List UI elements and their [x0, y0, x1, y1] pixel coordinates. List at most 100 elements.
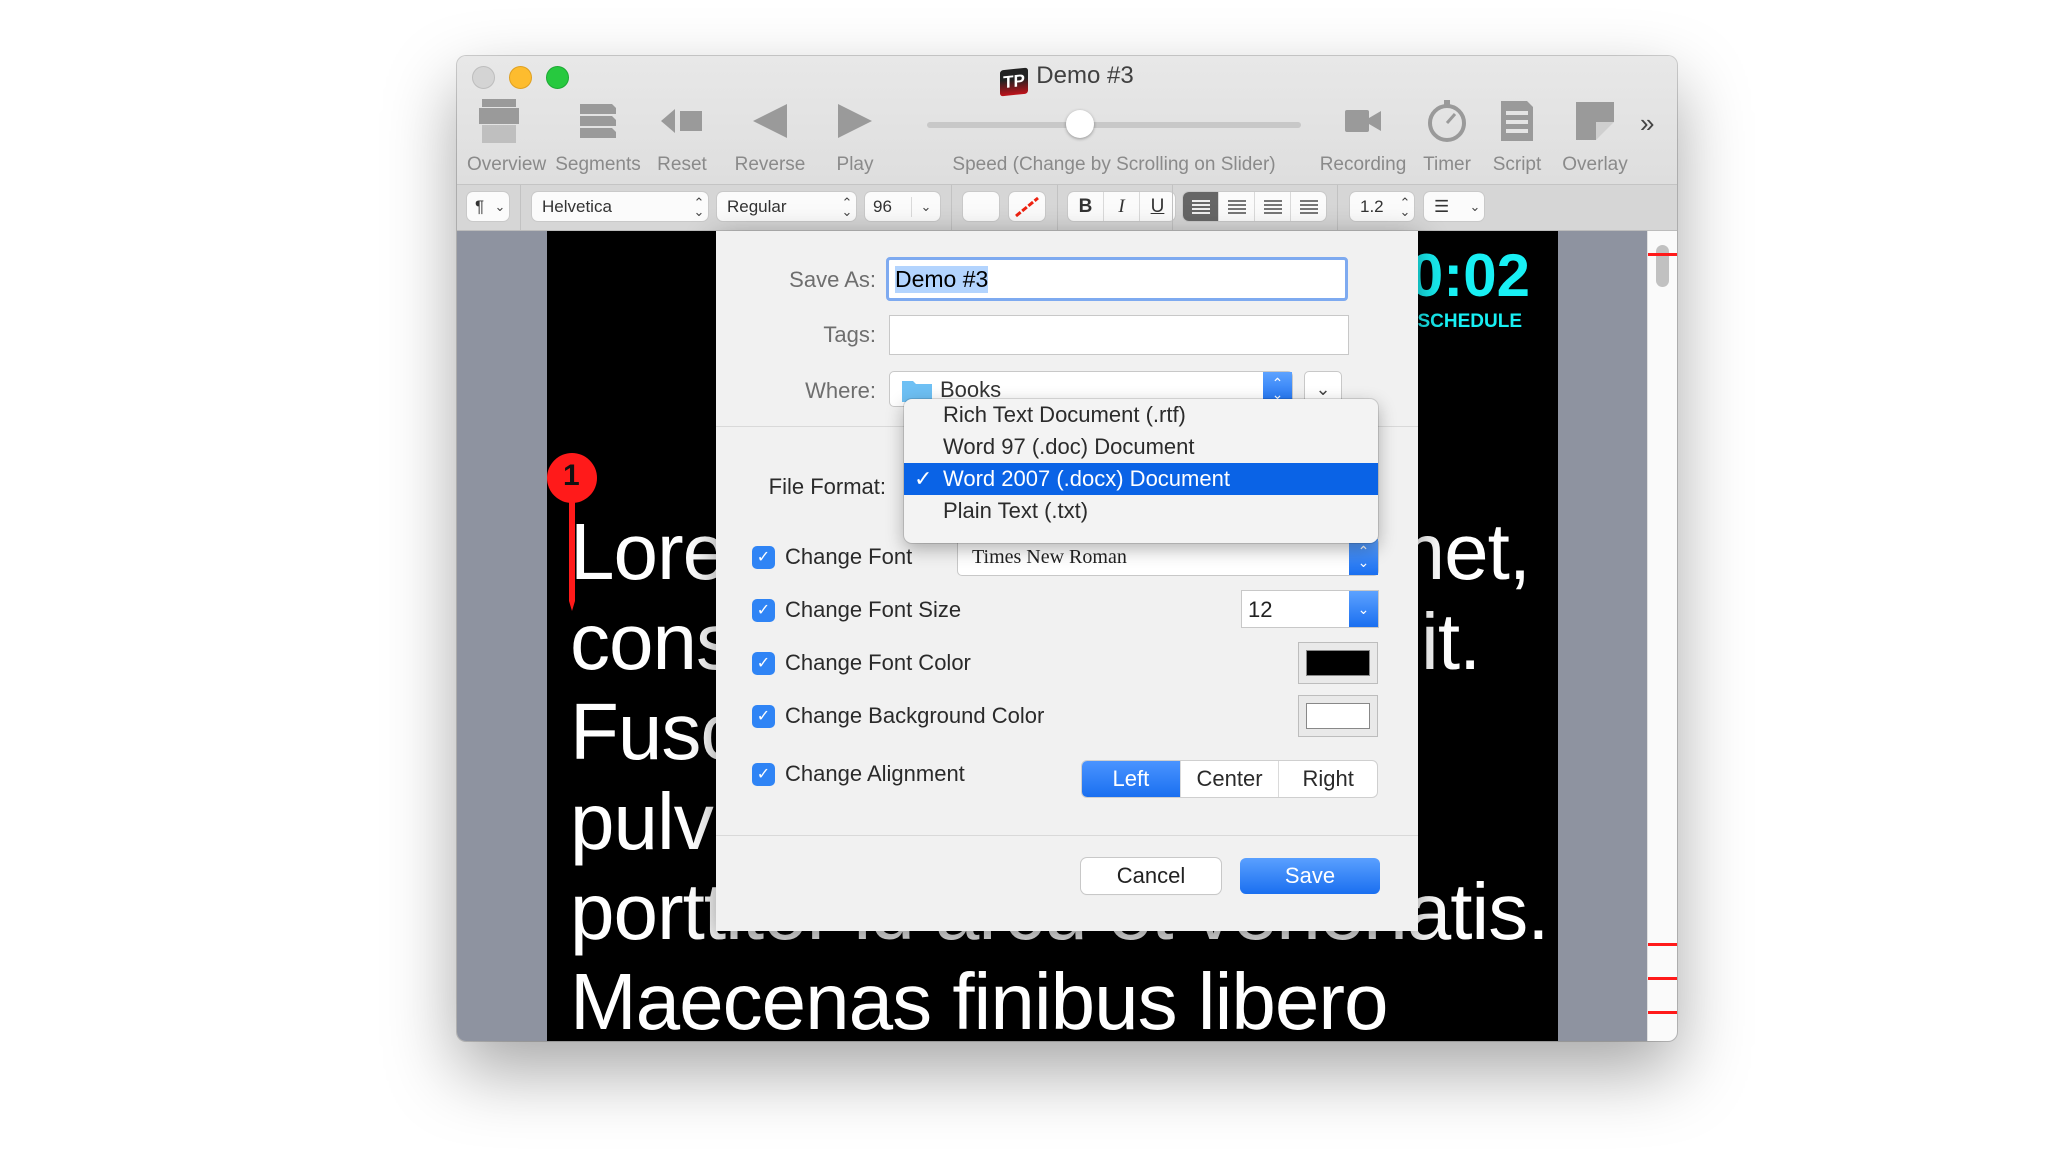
align-center-icon	[1227, 199, 1246, 214]
font-style-select[interactable]: Regular ⌃ ⌄	[717, 192, 856, 221]
video-camera-icon	[1315, 98, 1411, 144]
toolbar-overview-button[interactable]: Overview	[467, 98, 546, 176]
text-style-segmented: B I U	[1068, 192, 1175, 221]
window-title: TP Demo #3	[457, 62, 1677, 97]
tags-input[interactable]	[889, 315, 1349, 355]
speed-label-container: Speed (Change by Scrolling on Slider)	[927, 98, 1301, 176]
marker-number: 1	[563, 459, 580, 492]
background-color-swatch	[1306, 703, 1370, 729]
list-style-button[interactable]: ☰ ⌄	[1424, 192, 1484, 221]
toolbar-segments-button[interactable]: Segments	[553, 98, 643, 176]
change-font-color-checkbox[interactable]: ✓	[752, 651, 775, 675]
updown-stepper-icon: ⌃ ⌄	[693, 194, 705, 219]
no-color-icon	[1015, 196, 1039, 217]
change-font-size-checkbox[interactable]: ✓	[752, 598, 775, 622]
schedule-status: F SCHEDULE	[1400, 311, 1522, 332]
file-format-option-docx[interactable]: ✓ Word 2007 (.docx) Document	[904, 463, 1378, 495]
align-left-button[interactable]	[1183, 192, 1219, 221]
change-background-color-checkbox[interactable]: ✓	[752, 704, 775, 728]
document-icon	[1487, 98, 1547, 144]
chevron-down-icon: ⌄	[920, 199, 932, 214]
paragraph-style-button[interactable]: ¶ ⌄	[467, 192, 509, 221]
overview-icon	[467, 98, 531, 144]
toolbar-overflow-button[interactable]: »	[1640, 108, 1654, 139]
alignment-segmented-control: Left Center Right	[1082, 761, 1377, 797]
file-format-option-txt[interactable]: Plain Text (.txt)	[904, 495, 1378, 527]
scrollbar-thumb[interactable]	[1656, 245, 1669, 287]
toolbar-play-button[interactable]: Play	[825, 98, 885, 176]
elapsed-timer: 0:02	[1409, 242, 1530, 309]
line-spacing-stepper[interactable]: 1.2 ⌃ ⌄	[1350, 192, 1414, 221]
font-color-swatch	[1306, 650, 1370, 676]
save-dialog: Save As: Demo #3 Tags: Where: Books ⌃ ⌄ ⌄…	[716, 231, 1418, 931]
file-format-label: File Format:	[768, 474, 886, 499]
align-right-button[interactable]	[1255, 192, 1291, 221]
change-font-color-row: ✓ Change Font Color	[752, 650, 971, 676]
title-bar: TP Demo #3 Overview Segments Reset Revers…	[457, 56, 1677, 185]
reset-icon	[657, 98, 707, 144]
save-as-input[interactable]: Demo #3	[886, 257, 1348, 301]
alignment-center-segment[interactable]: Center	[1181, 761, 1280, 797]
align-left-icon	[1191, 199, 1210, 214]
window-title-text: Demo #3	[1036, 62, 1134, 89]
divider	[716, 835, 1418, 836]
file-format-option-rtf[interactable]: Rich Text Document (.rtf)	[904, 399, 1378, 431]
highlight-color-well[interactable]	[1009, 192, 1045, 221]
change-background-color-row: ✓ Change Background Color	[752, 703, 1044, 729]
list-icon: ☰	[1434, 196, 1450, 216]
paragraph-icon: ¶	[475, 196, 485, 216]
toolbar-script-button[interactable]: Script	[1487, 98, 1547, 176]
tags-label: Tags:	[823, 322, 876, 347]
change-alignment-row: ✓ Change Alignment	[752, 761, 965, 787]
alignment-right-segment[interactable]: Right	[1279, 761, 1377, 797]
chevron-down-icon: ⌄	[1469, 199, 1481, 214]
app-logo-icon: TP	[1000, 67, 1029, 97]
bold-button[interactable]: B	[1068, 192, 1104, 221]
updown-stepper-icon: ⌃ ⌄	[1399, 194, 1411, 219]
file-format-menu: Rich Text Document (.rtf) Word 97 (.doc)…	[904, 399, 1378, 543]
checkmark-icon: ✓	[914, 466, 933, 491]
alignment-segmented	[1183, 192, 1326, 221]
segment-marker[interactable]: 1	[547, 453, 599, 613]
segment-marker-tick	[1648, 1011, 1677, 1014]
align-justify-button[interactable]	[1291, 192, 1326, 221]
change-font-row: ✓ Change Font	[752, 544, 912, 570]
change-font-checkbox[interactable]: ✓	[752, 545, 775, 569]
stopwatch-icon	[1417, 98, 1477, 144]
segment-marker-tick	[1648, 977, 1677, 980]
toolbar-overlay-button[interactable]: Overlay	[1555, 98, 1635, 176]
toolbar-reverse-button[interactable]: Reverse	[733, 98, 807, 176]
chevron-down-icon: ⌄	[494, 199, 506, 214]
underline-button[interactable]: U	[1140, 192, 1175, 221]
vertical-scrollbar[interactable]	[1647, 231, 1677, 1041]
editor-area: Lorem ipsum dolor sit amet, consectetur …	[457, 231, 1677, 1041]
segments-icon	[553, 98, 643, 144]
file-format-option-doc[interactable]: Word 97 (.doc) Document	[904, 431, 1378, 463]
font-size-combo[interactable]: 96 ⌄	[865, 192, 940, 221]
chevron-down-icon: ⌄	[1315, 379, 1331, 399]
toolbar-reset-button[interactable]: Reset	[657, 98, 707, 176]
italic-button[interactable]: I	[1104, 192, 1140, 221]
script-line: Maecenas finibus libero	[570, 957, 1388, 1041]
updown-stepper-icon: ⌃ ⌄	[1349, 539, 1378, 575]
toolbar-recording-button[interactable]: Recording	[1315, 98, 1411, 176]
cancel-button[interactable]: Cancel	[1081, 858, 1221, 894]
save-button[interactable]: Save	[1240, 858, 1380, 894]
play-icon	[825, 98, 885, 144]
align-center-button[interactable]	[1219, 192, 1255, 221]
speed-label: Speed (Change by Scrolling on Slider)	[952, 154, 1276, 175]
save-as-label: Save As:	[789, 267, 876, 292]
app-window: TP Demo #3 Overview Segments Reset Revers…	[457, 56, 1677, 1041]
font-color-well[interactable]	[1298, 642, 1378, 684]
where-label: Where:	[805, 378, 876, 403]
font-size-combo[interactable]: 12 ⌄	[1241, 590, 1379, 628]
background-color-well[interactable]	[1298, 695, 1378, 737]
font-family-select[interactable]: Helvetica ⌃ ⌄	[532, 192, 708, 221]
toolbar-timer-button[interactable]: Timer	[1417, 98, 1477, 176]
change-alignment-checkbox[interactable]: ✓	[752, 762, 775, 786]
chevron-down-icon: ⌄	[1349, 591, 1378, 627]
reverse-icon	[733, 98, 807, 144]
font-select[interactable]: Times New Roman ⌃ ⌄	[957, 538, 1379, 576]
alignment-left-segment[interactable]: Left	[1082, 761, 1181, 797]
text-color-well[interactable]	[963, 192, 999, 221]
